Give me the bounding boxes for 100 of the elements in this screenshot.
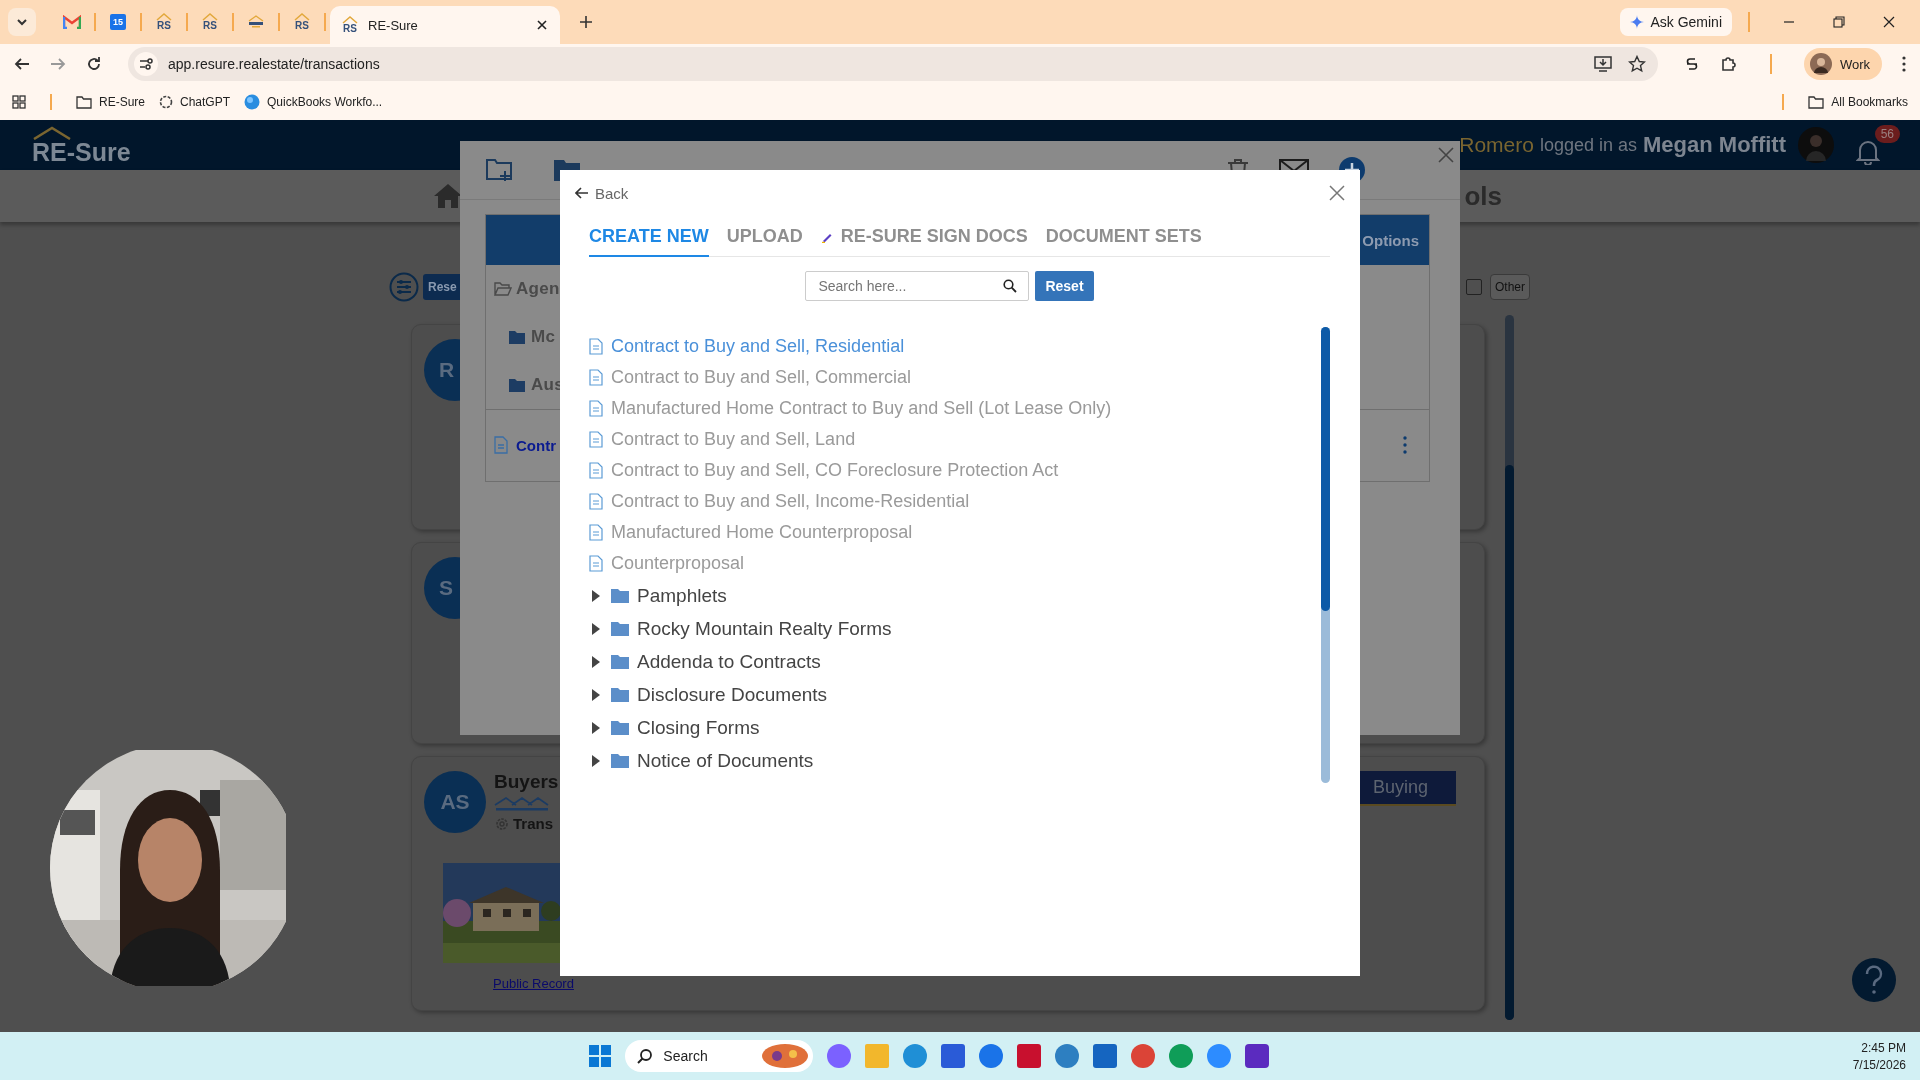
restore-icon — [1833, 16, 1845, 28]
tab[interactable]: DOCUMENT SETS — [1045, 220, 1202, 257]
tab[interactable]: UPLOAD — [726, 220, 803, 257]
caret-icon[interactable] — [591, 588, 601, 603]
site-settings-button[interactable] — [134, 52, 158, 76]
menu-icon[interactable] — [1902, 56, 1906, 72]
card-title: Buyers — [494, 771, 559, 793]
search-field[interactable]: Search here... — [805, 271, 1030, 301]
star-icon[interactable] — [1627, 55, 1646, 73]
document-icon — [589, 400, 603, 417]
login-label: logged in as — [1539, 134, 1638, 156]
folder-name[interactable]: Mc — [531, 327, 556, 347]
document-item[interactable]: Manufactured Home Counterproposal — [611, 522, 913, 543]
folder-name[interactable]: Agen — [516, 279, 560, 299]
user-name: Megan Moffitt — [1643, 132, 1786, 158]
notification-bell-icon[interactable] — [1856, 139, 1880, 165]
bookmark[interactable]: ChatGPT — [159, 95, 231, 109]
scrollbar[interactable] — [1505, 315, 1514, 1020]
search-field[interactable]: Search — [625, 1040, 814, 1072]
clock-time[interactable]: 2:45 PM — [1861, 1040, 1906, 1055]
back-button[interactable]: Back — [575, 184, 629, 202]
logo-icon — [494, 796, 550, 812]
close-icon[interactable] — [536, 19, 548, 31]
apps-icon[interactable] — [12, 95, 26, 109]
reset-button[interactable]: Reset — [1035, 271, 1094, 301]
tab-list-button[interactable] — [8, 8, 36, 36]
gear-icon — [494, 815, 510, 832]
avatar: AS — [424, 771, 486, 833]
globe-icon — [244, 94, 261, 110]
caret-icon[interactable] — [591, 753, 601, 768]
search-icon — [637, 1048, 654, 1064]
tab[interactable]: RE-SURE SIGN DOCS — [820, 220, 1028, 257]
address-field[interactable]: app.resure.realestate/transactions — [168, 56, 380, 72]
document-item[interactable]: Counterproposal — [611, 553, 745, 574]
forward-icon[interactable] — [50, 56, 66, 72]
folder-item[interactable]: Disclosure Documents — [637, 683, 828, 706]
caret-icon[interactable] — [591, 687, 601, 702]
user-name: Romero — [1459, 133, 1534, 157]
document-icon — [589, 524, 603, 541]
document-icon — [589, 338, 603, 355]
folder-plus-icon[interactable] — [485, 157, 513, 183]
folder-open-icon — [494, 282, 512, 296]
back-icon[interactable] — [14, 56, 30, 72]
document-item[interactable]: Contract to Buy and Sell, Commercial — [611, 367, 912, 388]
profile-button[interactable]: Work — [1803, 48, 1882, 80]
document-item[interactable]: Contract to Buy and Sell, Income-Residential — [611, 491, 970, 512]
scrollbar[interactable] — [1321, 327, 1330, 783]
folder-item[interactable]: Addenda to Contracts — [637, 650, 821, 673]
notification-count: 56 — [1874, 125, 1900, 143]
document-icon — [589, 369, 603, 386]
folder-item[interactable]: Pamphlets — [637, 584, 727, 607]
other-button[interactable]: Other — [1490, 274, 1530, 300]
close-icon — [1883, 16, 1895, 28]
document-icon — [494, 436, 508, 454]
caret-icon[interactable] — [591, 720, 601, 735]
install-icon[interactable] — [1593, 56, 1612, 72]
app-icon[interactable] — [1055, 1044, 1080, 1068]
plus-icon — [579, 15, 593, 29]
logo-icon — [247, 15, 265, 29]
bookmark[interactable]: QuickBooks Workfo... — [244, 94, 383, 110]
document-item[interactable]: Contract to Buy and Sell, CO Foreclosure Protection Act — [611, 460, 1059, 481]
more-options-icon[interactable] — [1403, 436, 1407, 454]
all-bookmarks-button[interactable]: All Bookmarks — [1808, 95, 1908, 109]
app-icon[interactable] — [1245, 1044, 1270, 1068]
document-icon — [589, 555, 603, 572]
document-link[interactable]: Contr — [516, 436, 556, 454]
other-checkbox[interactable] — [1466, 279, 1482, 295]
reload-icon[interactable] — [86, 56, 102, 72]
tab[interactable]: CREATE NEW — [589, 220, 709, 257]
mail-icon — [63, 15, 81, 29]
folder-item[interactable]: Notice of Documents — [637, 749, 814, 772]
extensions-icon[interactable] — [1719, 55, 1738, 73]
folder-item[interactable]: Rocky Mountain Realty Forms — [637, 617, 892, 640]
search-icon — [1003, 279, 1018, 293]
browser-tab[interactable]: 15 — [100, 5, 136, 39]
folder-item[interactable]: Closing Forms — [637, 716, 760, 739]
sliders-icon — [138, 56, 154, 72]
document-item[interactable]: Contract to Buy and Sell, Residential — [611, 336, 905, 357]
app-icon[interactable] — [1093, 1044, 1118, 1068]
arrow-left-icon — [575, 186, 589, 200]
document-item[interactable]: Manufactured Home Contract to Buy and Sell (Lot Lease Only) — [611, 398, 1112, 419]
card-subtitle: Trans — [513, 815, 554, 832]
browser-tab[interactable]: RS — [284, 5, 320, 39]
calendar-icon: 15 — [110, 14, 126, 30]
logo[interactable]: RE-Sure — [32, 125, 131, 165]
bookmark[interactable]: RE-Sure — [76, 95, 145, 109]
document-icon — [589, 493, 603, 510]
caret-icon[interactable] — [591, 654, 601, 669]
help-button[interactable] — [1852, 958, 1896, 1002]
browser-tab[interactable]: RS — [146, 5, 182, 39]
clock-date[interactable]: 7/15/2026 — [1852, 1057, 1906, 1072]
browser-tab[interactable]: RS RE-Sure — [330, 6, 560, 44]
caret-icon[interactable] — [591, 621, 601, 636]
home-icon[interactable] — [433, 183, 463, 209]
document-icon — [589, 462, 603, 479]
windows-icon[interactable] — [589, 1045, 612, 1067]
document-icon — [589, 431, 603, 448]
document-item[interactable]: Contract to Buy and Sell, Land — [611, 429, 856, 450]
gemini-button[interactable]: Ask Gemini — [1620, 8, 1732, 36]
browser-tab[interactable]: RS — [192, 5, 228, 39]
